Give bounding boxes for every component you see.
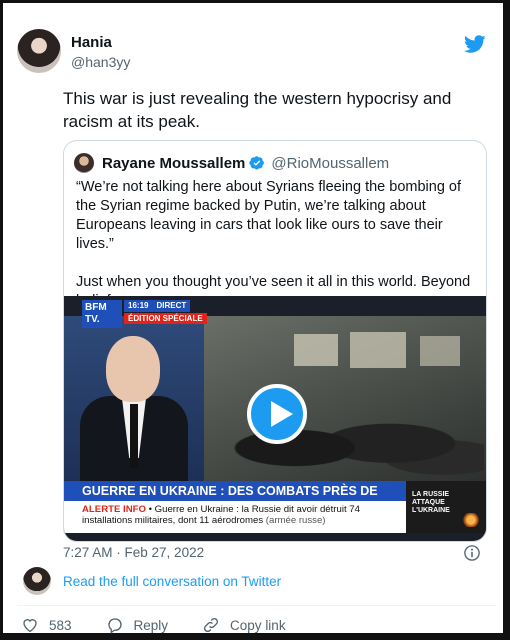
side-line1: LA RUSSIE (412, 491, 450, 498)
broadcast-time-bar: 16:19 DIRECT (124, 300, 191, 312)
alert-source: (armée russe) (263, 515, 326, 526)
side-inset: LA RUSSIE ATTAQUE L'UKRAINE (406, 481, 486, 533)
heart-icon (23, 619, 37, 633)
like-count: 583 (49, 617, 72, 633)
conversation-row[interactable]: Read the full conversation on Twitter (17, 567, 497, 597)
channel-logo: BFM TV. (82, 300, 122, 328)
verified-badge-icon (249, 156, 265, 170)
quoted-author-handle: @RioMoussallem (271, 154, 390, 172)
vehicle-window (350, 332, 406, 368)
quoted-avatar (74, 153, 94, 173)
channel-logo-line2: TV. (85, 314, 100, 325)
quoted-author-name: Rayane Moussallem (102, 154, 246, 172)
copy-link-label: Copy link (230, 617, 286, 633)
reply-icon (107, 618, 122, 634)
tweet-embed-card: Hania @han3yy This war is just revealing… (0, 0, 510, 640)
read-conversation-link[interactable]: Read the full conversation on Twitter (63, 574, 281, 589)
link-icon (204, 617, 219, 633)
channel-logo-line1: BFM (85, 302, 107, 313)
reply-button[interactable]: Reply (106, 616, 169, 634)
copy-link-button[interactable]: Copy link (202, 616, 286, 634)
divider (17, 605, 497, 606)
edition-label: ÉDITION SPÉCIALE (124, 313, 207, 324)
conversation-avatar (23, 567, 51, 595)
play-icon[interactable] (247, 384, 307, 444)
author-avatar[interactable] (17, 29, 61, 73)
tweet-actions: 583 Reply Copy link (21, 615, 491, 635)
quoted-header: Rayane Moussallem @RioMoussallem (74, 153, 389, 173)
author-handle[interactable]: @han3yy (71, 54, 130, 70)
broadcast-time: 16:19 (128, 301, 149, 310)
vehicle-window (294, 334, 338, 366)
direct-label: DIRECT (156, 301, 187, 310)
timestamp[interactable]: 7:27 AM · Feb 27, 2022 (63, 545, 204, 560)
side-line2: ATTAQUE (412, 499, 445, 506)
alert-label: ALERTE INFO (82, 504, 146, 515)
reply-label: Reply (133, 617, 169, 633)
presenter-tie (130, 404, 138, 468)
tweet-meta: 7:27 AM · Feb 27, 2022 (63, 543, 493, 563)
quoted-text: “We’re not talking here about Syrians fl… (76, 179, 471, 309)
news-ticker: ALERTE INFO • Guerre en Ukraine : la Rus… (64, 501, 406, 533)
author-name[interactable]: Hania (71, 34, 112, 51)
presenter-head (106, 336, 160, 402)
quoted-tweet[interactable]: Rayane Moussallem @RioMoussallem “We’re … (63, 140, 487, 542)
tweet-header: Hania @han3yy (17, 29, 497, 77)
vehicle-window (420, 336, 460, 366)
tweet-text: This war is just revealing the western h… (63, 89, 452, 131)
news-headline: GUERRE EN UKRAINE : DES COMBATS PRÈS DE … (64, 481, 406, 518)
video-thumbnail[interactable]: BFM TV. 16:19 DIRECT ÉDITION SPÉCIALE GU… (64, 296, 486, 541)
info-icon[interactable] (463, 544, 481, 562)
twitter-bird-icon[interactable] (463, 33, 487, 55)
like-button[interactable]: 583 (21, 616, 72, 634)
fire-glow (460, 513, 482, 527)
